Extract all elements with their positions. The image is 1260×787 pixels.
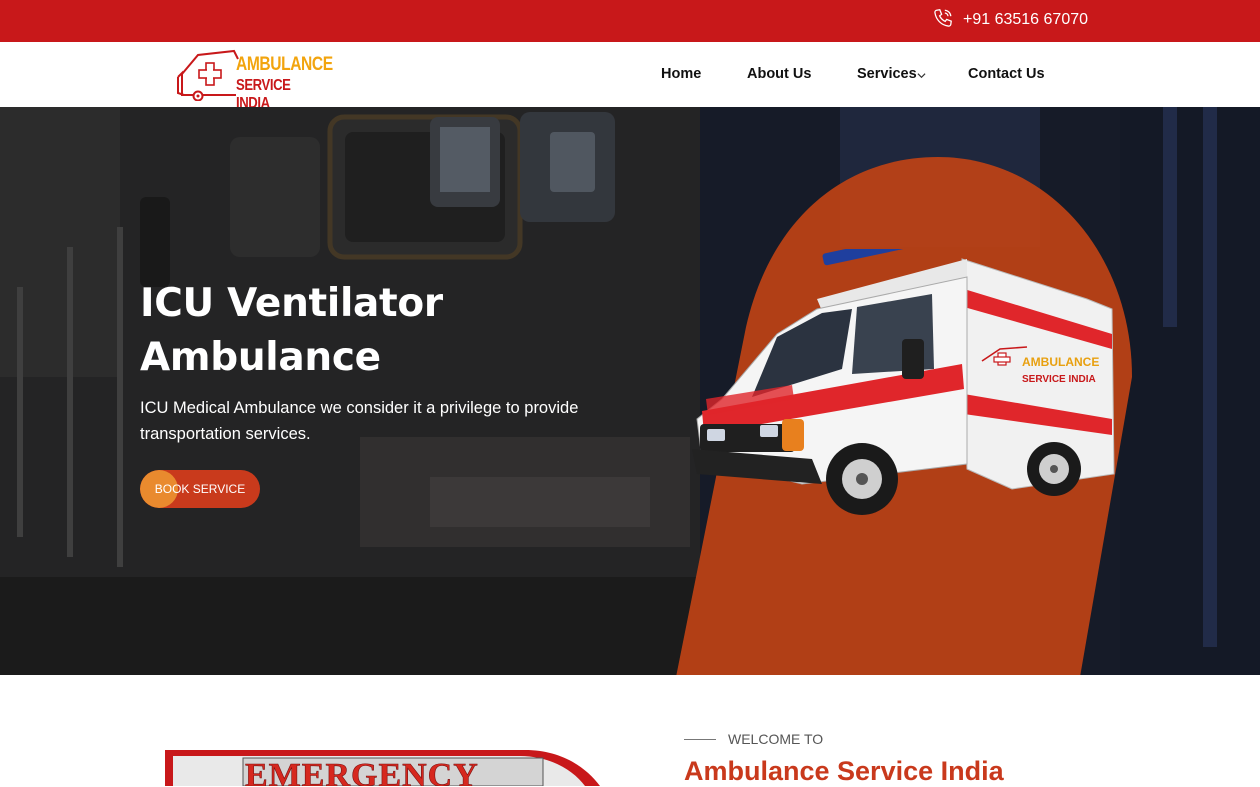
phone-number: +91 63516 67070 bbox=[963, 11, 1089, 28]
svg-text:SERVICE INDIA: SERVICE INDIA bbox=[1022, 374, 1096, 385]
ambulance-van-image: AMBULANCE SERVICE INDIA bbox=[692, 249, 1115, 515]
main-navigation: AMBULANCE SERVICE INDIA Home About Us Se… bbox=[0, 42, 1260, 112]
top-bar: +91 63516 67070 bbox=[0, 0, 1260, 42]
nav-item-contact-us[interactable]: Contact Us bbox=[968, 66, 1045, 82]
welcome-label-text: WELCOME TO bbox=[728, 731, 824, 747]
logo-line-1: AMBULANCE bbox=[236, 54, 333, 75]
svg-text:AMBULANCE: AMBULANCE bbox=[1022, 355, 1099, 369]
hero-banner: ICU Ventilator Ambulance ICU Medical Amb… bbox=[0, 107, 1260, 675]
chevron-down-icon[interactable] bbox=[917, 68, 926, 84]
svg-text:EMERGENCY: EMERGENCY bbox=[245, 757, 479, 786]
book-service-button[interactable]: BOOK SERVICE bbox=[140, 470, 260, 508]
hero-title: ICU Ventilator Ambulance bbox=[140, 281, 443, 380]
nav-item-home[interactable]: Home bbox=[661, 66, 701, 82]
welcome-title: Ambulance Service India bbox=[684, 756, 1004, 786]
phone-icon bbox=[932, 7, 963, 34]
site-logo[interactable]: AMBULANCE SERVICE INDIA bbox=[176, 47, 341, 112]
label-divider bbox=[684, 738, 716, 740]
welcome-label: WELCOME TO bbox=[684, 731, 823, 747]
emergency-image: EMERGENCY bbox=[165, 748, 600, 786]
hero-description: ICU Medical Ambulance we consider it a p… bbox=[140, 399, 579, 443]
phone-link[interactable]: +91 63516 67070 bbox=[932, 7, 1089, 34]
nav-item-about-us[interactable]: About Us bbox=[747, 66, 811, 82]
nav-item-services[interactable]: Services bbox=[857, 66, 917, 82]
